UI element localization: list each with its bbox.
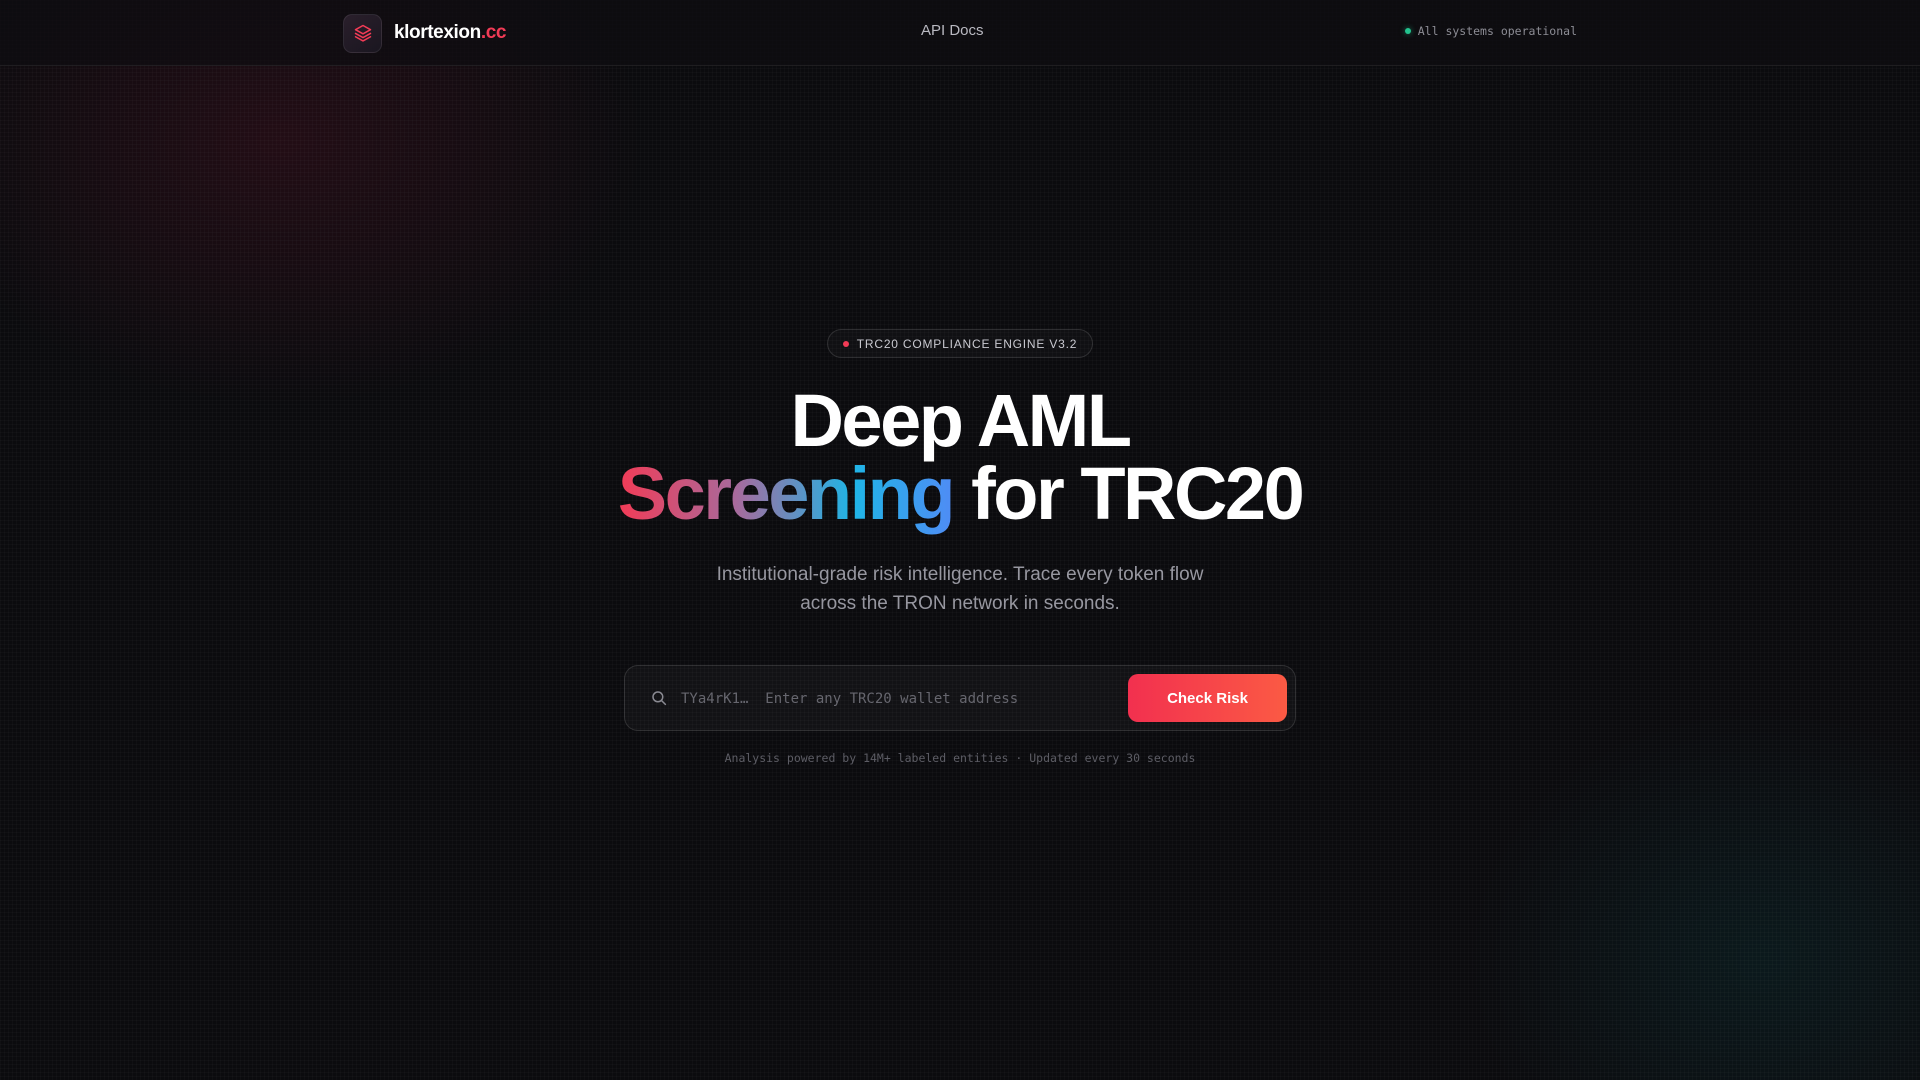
search-icon [650, 689, 668, 707]
headline-line-2: Screening for TRC20 [0, 457, 1920, 531]
analysis-footnote: Analysis powered by 14M+ labeled entitie… [724, 751, 1196, 765]
badge-text: TRC20 COMPLIANCE ENGINE V3.2 [856, 336, 1078, 351]
system-status: All systems operational [1404, 24, 1577, 38]
wallet-address-input[interactable] [681, 679, 1111, 719]
top-navbar: klortexion.cc API Docs All systems opera… [0, 0, 1920, 66]
subtitle-line-1: Institutional-grade risk intelligence. T… [716, 564, 1204, 585]
api-docs-link[interactable]: API Docs [921, 22, 984, 39]
hero-subtitle: Institutional-grade risk intelligence. T… [660, 560, 1260, 618]
layers-icon [343, 13, 382, 53]
wallet-search-bar: Check Risk [624, 665, 1296, 731]
hero-headline: Deep AML Screening for TRC20 [0, 379, 1920, 531]
headline-rest: for TRC20 [971, 452, 1305, 535]
brand-name: klortexion [394, 22, 481, 43]
background-glow [0, 0, 1920, 1080]
check-risk-button[interactable]: Check Risk [1128, 674, 1287, 722]
version-badge: TRC20 COMPLIANCE ENGINE V3.2 [827, 329, 1093, 358]
brand-tld: .cc [480, 22, 507, 43]
background-grid [0, 0, 1920, 1080]
headline-line-1: Deep AML [790, 379, 1132, 462]
subtitle-line-2: across the TRON network in seconds. [800, 593, 1120, 614]
brand-logo-link[interactable]: klortexion.cc [343, 13, 507, 53]
badge-dot-icon [842, 340, 849, 347]
status-dot-icon [1404, 28, 1411, 34]
headline-highlight: Screening [617, 452, 956, 535]
status-text: All systems operational [1417, 24, 1577, 38]
